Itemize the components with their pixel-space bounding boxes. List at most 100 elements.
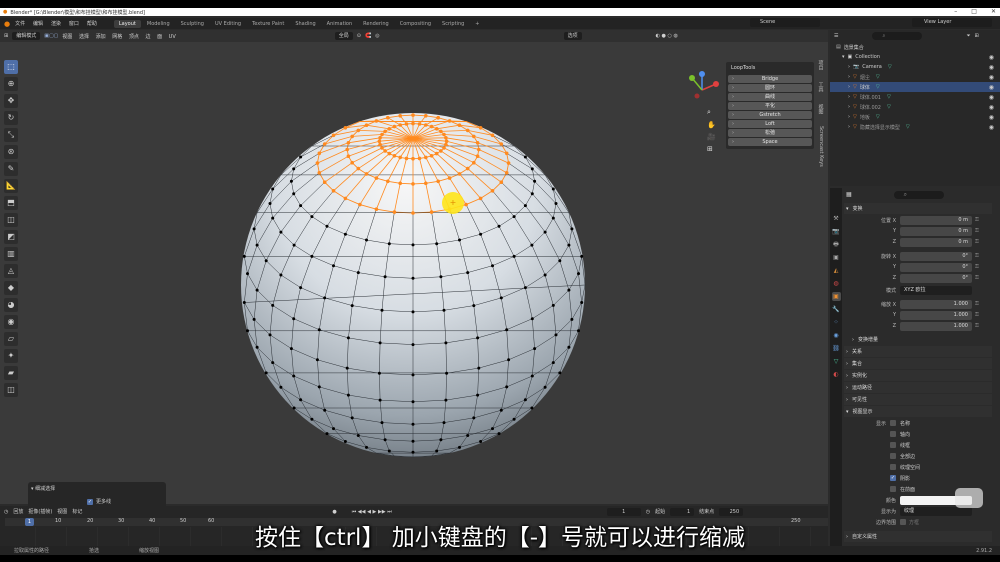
selected-vertex[interactable] xyxy=(392,210,397,214)
vertex[interactable] xyxy=(380,308,384,312)
vertex[interactable] xyxy=(444,341,448,345)
selected-vertex[interactable] xyxy=(472,160,476,165)
selected-vertex[interactable] xyxy=(350,160,354,165)
vertex[interactable] xyxy=(476,336,480,340)
vertex[interactable] xyxy=(570,317,574,321)
vertex[interactable] xyxy=(387,449,391,453)
selected-vertex[interactable] xyxy=(364,172,369,176)
vertex[interactable] xyxy=(477,366,481,370)
selected-vertex[interactable] xyxy=(378,136,382,140)
measure-tool-icon[interactable]: 📐 xyxy=(4,179,18,193)
selected-vertex[interactable] xyxy=(374,176,379,180)
vertex[interactable] xyxy=(466,271,470,275)
cursor-tool-icon[interactable]: ⊕ xyxy=(4,77,18,91)
outliner-scene-collection[interactable]: ▤ 选景集合 xyxy=(830,42,1000,52)
menu-vertex[interactable]: 顶点 xyxy=(129,34,139,40)
flatten-button[interactable]: 平化 xyxy=(728,102,812,110)
vertex[interactable] xyxy=(299,155,303,159)
filter-icon[interactable]: ⏷ xyxy=(966,33,970,39)
selected-vertex[interactable] xyxy=(411,113,415,117)
menu-view[interactable]: 视图 xyxy=(62,34,72,40)
selected-vertex[interactable] xyxy=(411,211,415,215)
vertex[interactable] xyxy=(383,438,387,442)
selected-vertex[interactable] xyxy=(386,179,390,184)
vertex[interactable] xyxy=(383,275,387,279)
selected-vertex[interactable] xyxy=(465,128,470,133)
display-checkbox[interactable] xyxy=(890,431,896,437)
visibility-icon[interactable]: ◉ xyxy=(989,104,994,111)
visibility-icon[interactable]: ◉ xyxy=(989,84,994,91)
vertex[interactable] xyxy=(279,385,283,389)
vertex[interactable] xyxy=(499,296,503,300)
bevel-tool-icon[interactable]: ◩ xyxy=(4,230,18,244)
vertex[interactable] xyxy=(543,385,547,389)
display-checkbox[interactable] xyxy=(890,464,896,470)
selected-vertex[interactable] xyxy=(504,171,509,175)
selected-vertex[interactable] xyxy=(398,114,402,118)
location-z-field[interactable]: 0 m xyxy=(900,237,972,247)
vertex[interactable] xyxy=(435,449,439,453)
vertex[interactable] xyxy=(264,259,268,263)
selected-vertex[interactable] xyxy=(475,141,480,145)
selected-vertex[interactable] xyxy=(424,181,428,186)
selected-vertex[interactable] xyxy=(444,139,449,143)
poly-build-tool-icon[interactable]: ◆ xyxy=(4,281,18,295)
vertex[interactable] xyxy=(523,398,527,402)
selected-vertex[interactable] xyxy=(386,115,390,120)
vertex[interactable] xyxy=(411,373,415,377)
selected-vertex[interactable] xyxy=(346,141,351,145)
move-tool-icon[interactable]: ✥ xyxy=(4,94,18,108)
selected-vertex[interactable] xyxy=(429,210,434,214)
outliner-row[interactable]: › ▽ 球体 ▽ ◉ xyxy=(830,82,1000,92)
vertex[interactable] xyxy=(523,155,527,159)
object-props-tab-icon[interactable]: ▣ xyxy=(831,292,841,301)
vertex[interactable] xyxy=(378,341,382,345)
maximize-icon[interactable]: □ xyxy=(971,8,977,15)
record-icon[interactable]: ● xyxy=(332,509,336,515)
section-motion-paths[interactable]: › 运动路径 xyxy=(844,382,992,393)
rotate-tool-icon[interactable]: ↻ xyxy=(4,111,18,125)
vertex[interactable] xyxy=(499,408,503,412)
tab-rendering[interactable]: Rendering xyxy=(358,20,394,28)
tab-compositing[interactable]: Compositing xyxy=(395,20,436,28)
selected-vertex[interactable] xyxy=(434,151,439,156)
annotate-tool-icon[interactable]: ✎ xyxy=(4,162,18,176)
loft-button[interactable]: Loft xyxy=(728,120,812,128)
selected-vertex[interactable] xyxy=(457,123,462,127)
selected-vertex[interactable] xyxy=(398,181,402,186)
selected-vertex[interactable] xyxy=(387,151,392,156)
selected-vertex[interactable] xyxy=(434,127,439,131)
neg-x-axis-icon[interactable] xyxy=(694,93,700,99)
vertex[interactable] xyxy=(479,232,483,236)
vertex[interactable] xyxy=(268,333,272,337)
selected-vertex[interactable] xyxy=(477,147,481,152)
outliner-row[interactable]: › ▽ 球体.001 ▽ ◉ xyxy=(830,92,1000,102)
section-transform[interactable]: ▾ 变换 xyxy=(844,203,992,214)
section-collections[interactable]: › 集合 xyxy=(844,358,992,369)
tab-view[interactable]: 视图 xyxy=(818,102,825,116)
visibility-icon[interactable]: ◉ xyxy=(989,74,994,81)
vertex[interactable] xyxy=(343,440,347,443)
space-button[interactable]: Space xyxy=(728,138,812,146)
menu-select[interactable]: 选择 xyxy=(79,34,89,40)
lock-icon[interactable]: ⚿ xyxy=(975,323,979,329)
selected-vertex[interactable] xyxy=(424,114,428,118)
material-props-tab-icon[interactable]: ◐ xyxy=(832,370,841,379)
constraint-props-tab-icon[interactable]: ⛓ xyxy=(832,344,841,353)
vertex[interactable] xyxy=(345,366,349,370)
lock-icon[interactable]: ⚿ xyxy=(975,275,979,281)
section-visibility[interactable]: › 可见性 xyxy=(844,394,992,405)
select-mode-icons[interactable]: ▣▢▢ xyxy=(44,33,58,39)
outliner-row[interactable]: › ▽ 烟尘 ▽ ◉ xyxy=(830,72,1000,82)
menu-mesh[interactable]: 网格 xyxy=(112,34,122,40)
selected-vertex[interactable] xyxy=(331,189,336,193)
vertex[interactable] xyxy=(299,204,303,208)
vertex[interactable] xyxy=(543,273,547,277)
vertex[interactable] xyxy=(472,416,476,420)
particle-props-tab-icon[interactable]: ⁘ xyxy=(832,318,841,327)
selected-vertex[interactable] xyxy=(475,154,480,158)
vertex[interactable] xyxy=(411,310,415,314)
vertex[interactable] xyxy=(246,329,249,333)
pan-hand-icon[interactable]: ✋ xyxy=(707,121,716,129)
vertex[interactable] xyxy=(570,227,574,231)
